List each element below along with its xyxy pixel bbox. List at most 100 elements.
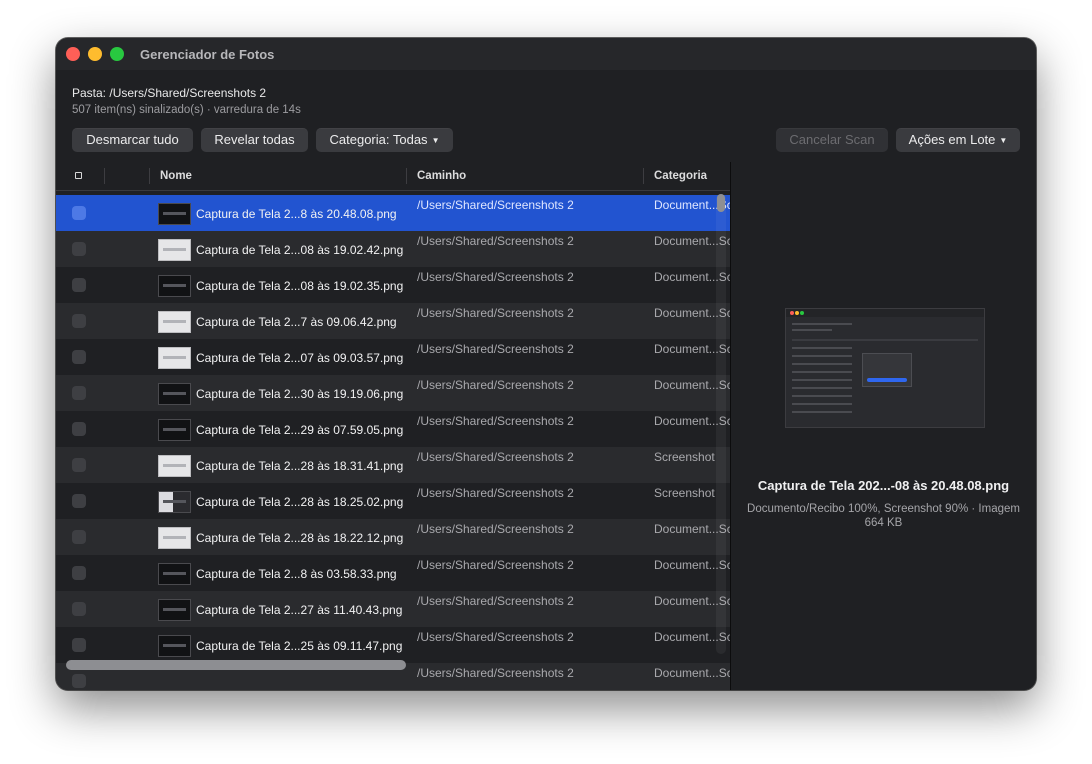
table-row[interactable]: Captura de Tela 2...8 às 03.58.33.png/Us… <box>56 555 730 591</box>
file-path: /Users/Shared/Screenshots 2 <box>417 666 574 680</box>
vertical-scroll-thumb[interactable] <box>717 194 725 212</box>
thumbnail-image <box>158 635 191 657</box>
minimize-icon[interactable] <box>88 47 102 61</box>
thumbnail-image <box>158 203 191 225</box>
thumbnail-detail <box>163 428 186 431</box>
thumbnail-image <box>158 491 191 513</box>
app-window: Gerenciador de Fotos Pasta: /Users/Share… <box>56 38 1036 690</box>
row-checkbox[interactable] <box>72 566 86 580</box>
file-path: /Users/Shared/Screenshots 2 <box>417 378 574 392</box>
column-header-category[interactable]: Categoria <box>654 170 707 182</box>
preview-dot <box>800 311 804 315</box>
file-name: Captura de Tela 2...29 às 07.59.05.png <box>196 423 404 437</box>
thumbnail-image <box>158 527 191 549</box>
thumbnail-image <box>158 563 191 585</box>
file-path: /Users/Shared/Screenshots 2 <box>417 630 574 644</box>
batch-actions-dropdown[interactable]: Ações em Lote ▼ <box>896 128 1020 152</box>
thumbnail-image <box>158 275 191 297</box>
row-checkbox[interactable] <box>72 350 86 364</box>
preview-dot <box>790 311 794 315</box>
preview-line <box>792 363 852 365</box>
title-bar: Gerenciador de Fotos <box>56 38 1036 70</box>
column-separator <box>149 168 150 184</box>
row-checkbox[interactable] <box>72 638 86 652</box>
horizontal-scroll-thumb[interactable] <box>66 660 406 670</box>
select-all-checkbox[interactable] <box>75 172 82 179</box>
preview-meta: Documento/Recibo 100%, Screenshot 90% · … <box>747 503 1020 529</box>
file-name: Captura de Tela 2...08 às 19.02.42.png <box>196 243 404 257</box>
file-name: Captura de Tela 2...28 às 18.22.12.png <box>196 531 404 545</box>
table-row[interactable]: Captura de Tela 2...08 às 19.02.42.png/U… <box>56 231 730 267</box>
row-checkbox[interactable] <box>72 206 86 220</box>
table-row[interactable]: Captura de Tela 2...30 às 19.19.06.png/U… <box>56 375 730 411</box>
file-path: /Users/Shared/Screenshots 2 <box>417 270 574 284</box>
table-row[interactable]: Captura de Tela 2...25 às 09.11.47.png/U… <box>56 627 730 663</box>
cancel-scan-button[interactable]: Cancelar Scan <box>776 128 888 152</box>
file-path: /Users/Shared/Screenshots 2 <box>417 450 574 464</box>
preview-line <box>792 411 852 413</box>
row-checkbox[interactable] <box>72 422 86 436</box>
preview-line <box>792 329 832 331</box>
thumbnail-detail <box>163 284 186 287</box>
column-header-name[interactable]: Nome <box>160 170 192 182</box>
row-checkbox[interactable] <box>72 458 86 472</box>
table-row[interactable]: Captura de Tela 2...28 às 18.31.41.png/U… <box>56 447 730 483</box>
row-checkbox[interactable] <box>72 674 86 688</box>
cancel-scan-label: Cancelar Scan <box>789 132 875 147</box>
table-row[interactable]: Captura de Tela 2...8 às 20.48.08.png/Us… <box>56 195 730 231</box>
chevron-down-icon: ▼ <box>431 136 440 145</box>
preview-dialog <box>862 353 912 387</box>
column-header-path[interactable]: Caminho <box>417 170 466 182</box>
table-row[interactable]: Captura de Tela 2...7 às 09.06.42.png/Us… <box>56 303 730 339</box>
file-path: /Users/Shared/Screenshots 2 <box>417 522 574 536</box>
file-name: Captura de Tela 2...7 às 09.06.42.png <box>196 315 397 329</box>
row-checkbox[interactable] <box>72 242 86 256</box>
table-row[interactable]: Captura de Tela 2...07 às 09.03.57.png/U… <box>56 339 730 375</box>
file-name: Captura de Tela 2...07 às 09.03.57.png <box>196 351 404 365</box>
thumbnail-image <box>158 239 191 261</box>
row-checkbox[interactable] <box>72 386 86 400</box>
preview-line <box>792 323 852 325</box>
file-path: /Users/Shared/Screenshots 2 <box>417 486 574 500</box>
table-row[interactable]: Captura de Tela 2...29 às 07.59.05.png/U… <box>56 411 730 447</box>
preview-line <box>792 379 852 381</box>
thumbnail-image <box>158 311 191 333</box>
thumbnail-detail <box>163 464 186 467</box>
table-row[interactable]: Captura de Tela 2...27 às 11.40.43.png/U… <box>56 591 730 627</box>
table-row[interactable]: Captura de Tela 2...08 às 19.02.35.png/U… <box>56 267 730 303</box>
thumbnail-image <box>158 347 191 369</box>
preview-line <box>792 395 852 397</box>
row-checkbox[interactable] <box>72 314 86 328</box>
column-separator <box>643 168 644 184</box>
thumbnail-detail <box>163 248 186 251</box>
file-name: Captura de Tela 2...28 às 18.31.41.png <box>196 459 404 473</box>
window-title: Gerenciador de Fotos <box>140 47 275 62</box>
table-row[interactable]: Captura de Tela 2...28 às 18.25.02.png/U… <box>56 483 730 519</box>
category-filter-dropdown[interactable]: Categoria: Todas ▼ <box>316 128 453 152</box>
thumbnail-detail <box>163 536 186 539</box>
file-category: Document...Sc <box>654 666 730 680</box>
row-checkbox[interactable] <box>72 494 86 508</box>
scan-status: 507 item(ns) sinalizado(s) · varredura d… <box>72 104 301 116</box>
file-path: /Users/Shared/Screenshots 2 <box>417 558 574 572</box>
row-checkbox[interactable] <box>72 278 86 292</box>
unselect-all-button[interactable]: Desmarcar tudo <box>72 128 193 152</box>
batch-actions-label: Ações em Lote <box>908 132 996 147</box>
thumbnail-detail <box>163 356 186 359</box>
unselect-all-label: Desmarcar tudo <box>86 132 179 147</box>
thumbnail-detail <box>163 572 186 575</box>
vertical-scrollbar[interactable] <box>716 194 726 654</box>
reveal-all-button[interactable]: Revelar todas <box>201 128 308 152</box>
table-body: Captura de Tela 2...8 às 20.48.08.png/Us… <box>56 195 730 690</box>
file-path: /Users/Shared/Screenshots 2 <box>417 414 574 428</box>
category-filter-label: Categoria: Todas <box>329 132 428 147</box>
table-row[interactable]: Captura de Tela 2...28 às 18.22.12.png/U… <box>56 519 730 555</box>
row-checkbox[interactable] <box>72 602 86 616</box>
maximize-icon[interactable] <box>110 47 124 61</box>
thumbnail-detail <box>163 392 186 395</box>
row-checkbox[interactable] <box>72 530 86 544</box>
preview-line <box>792 403 852 405</box>
file-name: Captura de Tela 2...8 às 03.58.33.png <box>196 567 397 581</box>
close-icon[interactable] <box>66 47 80 61</box>
column-separator <box>406 168 407 184</box>
